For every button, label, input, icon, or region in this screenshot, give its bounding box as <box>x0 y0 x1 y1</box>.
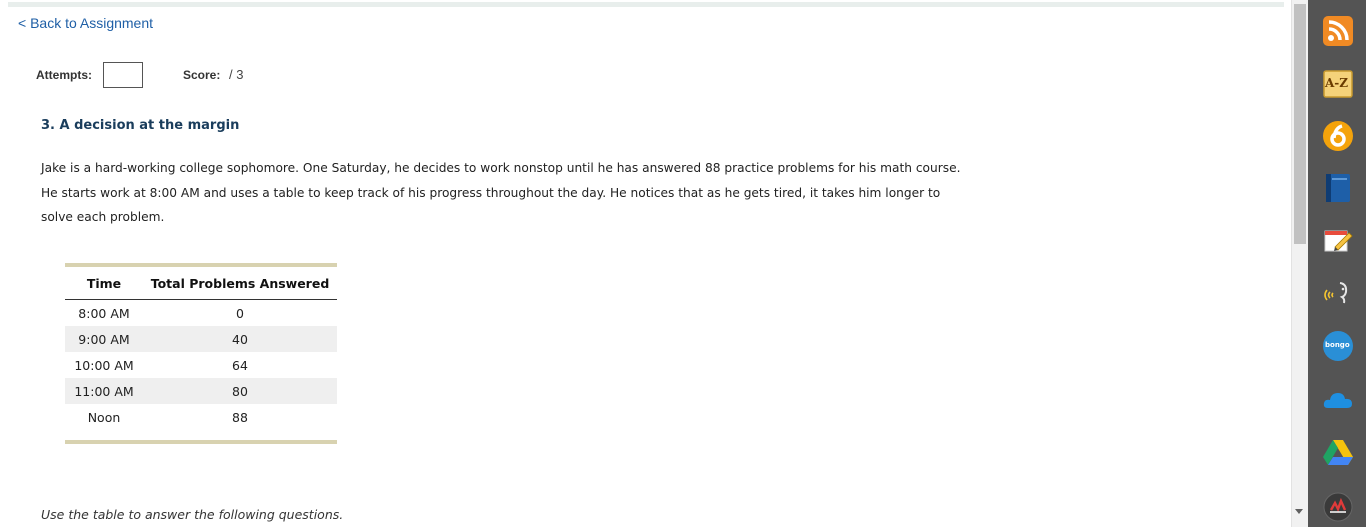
top-strip <box>8 2 1284 7</box>
score-value: / 3 <box>229 67 244 82</box>
question-title: 3. A decision at the margin <box>41 118 240 133</box>
notes-pencil-icon[interactable] <box>1322 225 1354 257</box>
a-z-dictionary-icon[interactable]: A-Z <box>1322 68 1354 100</box>
bongo-icon[interactable]: bongo <box>1322 330 1354 362</box>
cell-time: 8:00 AM <box>78 305 130 321</box>
scroll-down-arrow-icon[interactable] <box>1295 509 1303 514</box>
cell-total: 88 <box>232 409 248 425</box>
paragraph-line: Jake is a hard-working college sophomore… <box>41 161 961 175</box>
paragraph-line: He starts work at 8:00 AM and uses a tab… <box>41 185 941 200</box>
cell-time: 9:00 AM <box>78 331 130 347</box>
blue-book-icon[interactable] <box>1322 172 1354 204</box>
table-row: Noon 88 <box>65 404 337 430</box>
cell-total: 40 <box>232 331 248 347</box>
six-circle-icon[interactable] <box>1322 120 1354 152</box>
score-label: Score: <box>183 68 221 82</box>
rss-icon[interactable] <box>1322 15 1354 47</box>
bongo-label: bongo <box>1325 341 1350 349</box>
cell-time: 11:00 AM <box>74 383 134 399</box>
question-paragraph: Jake is a hard-working college sophomore… <box>41 156 971 230</box>
back-to-assignment-link[interactable]: < Back to Assignment <box>18 15 153 31</box>
table-bottom-rule <box>65 440 337 444</box>
attempts-label: Attempts: <box>36 68 92 82</box>
cell-time: Noon <box>87 409 121 425</box>
cell-total: 0 <box>236 305 244 321</box>
table-row: 9:00 AM 40 <box>65 326 337 352</box>
instruction-text: Use the table to answer the following qu… <box>41 507 344 522</box>
table-row: 10:00 AM 64 <box>65 352 337 378</box>
paragraph-line: solve each problem. <box>41 210 165 224</box>
a-z-label: A-Z <box>1325 76 1349 90</box>
google-drive-icon[interactable] <box>1322 437 1354 469</box>
column-header-time: Time <box>86 275 122 291</box>
scrollbar-thumb[interactable] <box>1294 4 1306 244</box>
extensions-sidebar: A-Z bongo <box>1308 0 1366 527</box>
media-player-icon[interactable] <box>1322 491 1354 523</box>
progress-table: Time Total Problems Answered 8:00 AM 0 9… <box>65 263 337 444</box>
table-row: 11:00 AM 80 <box>65 378 337 404</box>
read-aloud-icon[interactable] <box>1322 278 1354 310</box>
cell-total: 80 <box>232 383 248 399</box>
table-header-row: Time Total Problems Answered <box>65 267 337 300</box>
table-row: 8:00 AM 0 <box>65 300 337 326</box>
onedrive-cloud-icon[interactable] <box>1322 384 1354 416</box>
cell-time: 10:00 AM <box>74 357 134 373</box>
attempts-field <box>103 62 143 88</box>
cell-total: 64 <box>232 357 248 373</box>
vertical-scrollbar[interactable] <box>1291 0 1308 527</box>
column-header-total: Total Problems Answered <box>150 275 330 291</box>
